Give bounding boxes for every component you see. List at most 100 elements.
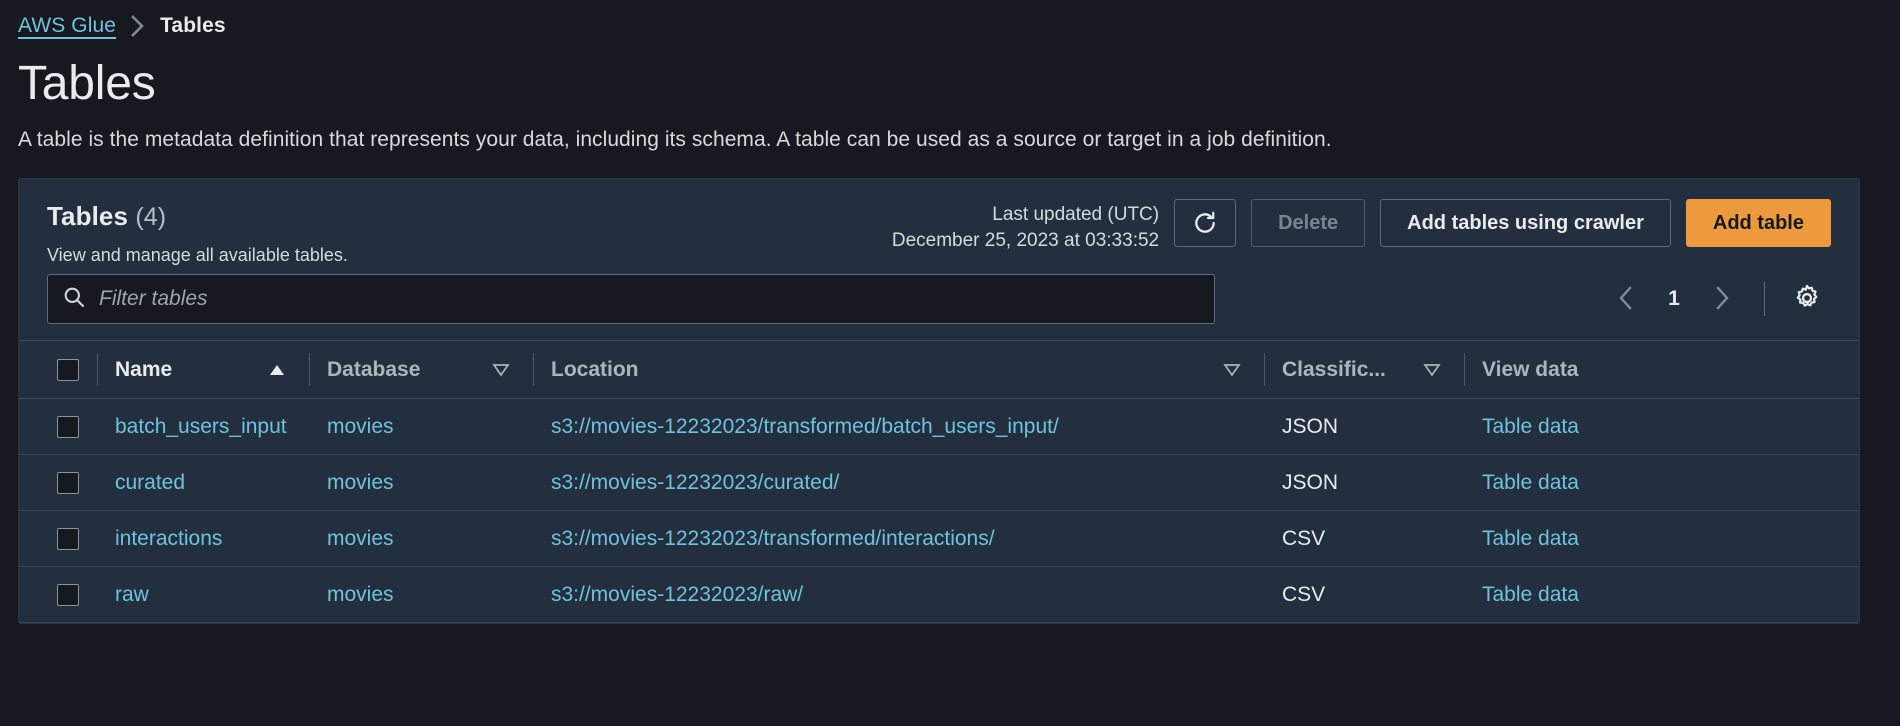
- cell-database: movies: [309, 566, 533, 623]
- table-name-link[interactable]: raw: [115, 583, 309, 607]
- refresh-icon: [1192, 210, 1218, 236]
- table-row: interactions movies s3://movies-12232023…: [19, 510, 1859, 567]
- cell-name: raw: [97, 566, 309, 623]
- filter-search-box[interactable]: [47, 274, 1215, 324]
- cell-database: movies: [309, 398, 533, 455]
- card-header-left: Tables (4) View and manage all available…: [47, 201, 348, 266]
- location-link[interactable]: s3://movies-12232023/curated/: [551, 471, 839, 494]
- add-table-button[interactable]: Add table: [1685, 199, 1831, 247]
- cell-view-data: Table data: [1464, 510, 1859, 567]
- cell-location: s3://movies-12232023/transformed/interac…: [533, 510, 1264, 567]
- column-header-database-label: Database: [327, 357, 421, 381]
- sort-icon: [1422, 362, 1442, 378]
- database-link[interactable]: movies: [327, 583, 394, 606]
- tables-table: Name Database Location Classific... View…: [19, 340, 1859, 623]
- cell-database: movies: [309, 510, 533, 567]
- card-subtitle: View and manage all available tables.: [47, 245, 348, 265]
- cell-location: s3://movies-12232023/raw/: [533, 566, 1264, 623]
- cell-location: s3://movies-12232023/transformed/batch_u…: [533, 398, 1264, 455]
- row-checkbox[interactable]: [57, 583, 79, 606]
- database-link[interactable]: movies: [327, 527, 394, 550]
- filter-row: 1: [19, 266, 1859, 340]
- location-link[interactable]: s3://movies-12232023/transformed/batch_u…: [551, 415, 1059, 438]
- cell-classification: CSV: [1264, 566, 1464, 623]
- breadcrumb-link-aws-glue[interactable]: AWS Glue: [18, 14, 116, 38]
- column-header-location-label: Location: [551, 357, 639, 381]
- column-header-location[interactable]: Location: [533, 340, 1264, 399]
- cell-name: batch_users_input: [97, 398, 309, 455]
- cell-database: movies: [309, 454, 533, 511]
- cell-location: s3://movies-12232023/curated/: [533, 454, 1264, 511]
- view-data-link[interactable]: Table data: [1482, 527, 1579, 550]
- delete-button[interactable]: Delete: [1251, 199, 1366, 247]
- column-header-select-all: [19, 340, 97, 399]
- sort-icon: [1222, 362, 1242, 378]
- pagination-next-button[interactable]: [1698, 275, 1746, 323]
- row-checkbox[interactable]: [57, 415, 79, 438]
- breadcrumb: AWS Glue Tables: [18, 0, 1882, 46]
- sort-ascending-icon: [267, 362, 287, 378]
- table-head: Name Database Location Classific... View…: [19, 340, 1859, 399]
- view-data-link[interactable]: Table data: [1482, 583, 1579, 606]
- column-header-view-data-label: View data: [1482, 357, 1579, 381]
- table-name-link[interactable]: curated: [115, 471, 309, 495]
- select-all-checkbox[interactable]: [57, 358, 79, 381]
- row-select-cell: [19, 454, 97, 511]
- search-input[interactable]: [99, 287, 1200, 311]
- database-link[interactable]: movies: [327, 415, 394, 438]
- refresh-button[interactable]: [1174, 199, 1237, 247]
- table-header-row: Name Database Location Classific... View…: [19, 340, 1859, 399]
- table-row: raw movies s3://movies-12232023/raw/ CSV…: [19, 566, 1859, 623]
- table-name-link[interactable]: interactions: [115, 527, 309, 551]
- column-header-name-label: Name: [115, 357, 173, 381]
- card-title: Tables (4): [47, 201, 348, 232]
- card-title-text: Tables: [47, 201, 129, 231]
- last-updated-label: Last updated (UTC): [992, 204, 1160, 225]
- breadcrumb-current-tables: Tables: [160, 14, 226, 37]
- column-header-name[interactable]: Name: [97, 340, 309, 399]
- gear-icon: [1793, 284, 1821, 315]
- row-checkbox[interactable]: [57, 471, 79, 494]
- pagination: 1: [1602, 275, 1831, 323]
- row-select-cell: [19, 398, 97, 455]
- cell-view-data: Table data: [1464, 398, 1859, 455]
- column-header-database[interactable]: Database: [309, 340, 533, 399]
- table-row: batch_users_input movies s3://movies-122…: [19, 398, 1859, 455]
- row-select-cell: [19, 566, 97, 623]
- row-select-cell: [19, 510, 97, 567]
- cell-classification: JSON: [1264, 454, 1464, 511]
- card-header: Tables (4) View and manage all available…: [19, 179, 1859, 266]
- add-tables-using-crawler-button[interactable]: Add tables using crawler: [1380, 199, 1671, 247]
- pagination-prev-button[interactable]: [1602, 275, 1650, 323]
- chevron-left-icon: [1617, 285, 1635, 314]
- cell-name: interactions: [97, 510, 309, 567]
- search-icon: [62, 285, 86, 314]
- sort-icon: [491, 362, 511, 378]
- cell-view-data: Table data: [1464, 454, 1859, 511]
- view-data-link[interactable]: Table data: [1482, 471, 1579, 494]
- chevron-right-icon: [1713, 285, 1731, 314]
- table-body: batch_users_input movies s3://movies-122…: [19, 398, 1859, 623]
- chevron-right-icon: [130, 15, 146, 37]
- database-link[interactable]: movies: [327, 471, 394, 494]
- cell-view-data: Table data: [1464, 566, 1859, 623]
- pagination-page-1[interactable]: 1: [1654, 287, 1694, 311]
- location-link[interactable]: s3://movies-12232023/raw/: [551, 583, 803, 606]
- cell-name: curated: [97, 454, 309, 511]
- location-link[interactable]: s3://movies-12232023/transformed/interac…: [551, 527, 995, 550]
- cell-classification: JSON: [1264, 398, 1464, 455]
- table-preferences-button[interactable]: [1783, 275, 1831, 323]
- view-data-link[interactable]: Table data: [1482, 415, 1579, 438]
- page-description: A table is the metadata definition that …: [18, 128, 1332, 151]
- last-updated-value: December 25, 2023 at 03:33:52: [891, 230, 1160, 252]
- last-updated: Last updated (UTC) December 25, 2023 at …: [892, 199, 1159, 254]
- column-header-classification[interactable]: Classific...: [1264, 340, 1464, 399]
- pagination-divider: [1764, 282, 1765, 316]
- table-name-link[interactable]: batch_users_input: [115, 415, 309, 439]
- row-checkbox[interactable]: [57, 527, 79, 550]
- card-title-count: (4): [135, 203, 167, 231]
- column-header-classification-label: Classific...: [1282, 357, 1386, 381]
- cell-classification: CSV: [1264, 510, 1464, 567]
- tables-card: Tables (4) View and manage all available…: [18, 178, 1860, 624]
- card-header-actions: Last updated (UTC) December 25, 2023 at …: [892, 199, 1831, 254]
